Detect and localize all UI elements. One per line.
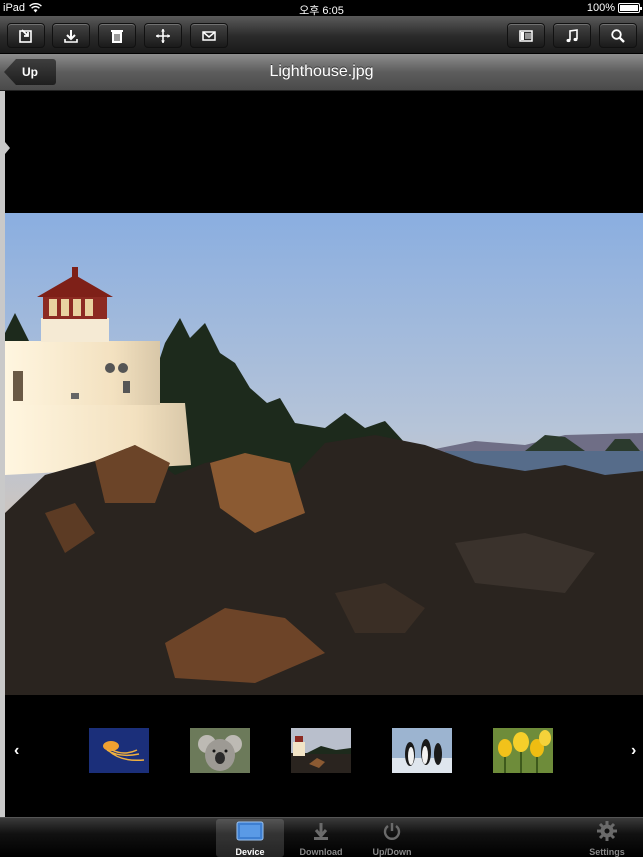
jellyfish-thumbnail-image xyxy=(89,728,149,773)
page-title: Lighthouse.jpg xyxy=(269,63,374,80)
tab-download[interactable]: Download xyxy=(287,819,355,857)
mail-icon xyxy=(202,30,216,41)
tab-settings[interactable]: Settings xyxy=(573,819,641,857)
move-icon xyxy=(156,28,170,43)
tulips-thumbnail-image xyxy=(493,728,553,773)
side-panel-handle[interactable] xyxy=(0,136,10,160)
mail-button[interactable] xyxy=(190,23,228,48)
battery-percent: 100% xyxy=(586,2,615,14)
thumbnail-tulips[interactable] xyxy=(493,728,553,773)
gear-icon xyxy=(597,821,617,841)
penguins-thumbnail-image xyxy=(392,728,452,773)
status-right: 100% xyxy=(586,2,642,14)
tab-device-label: Device xyxy=(235,847,265,857)
delete-button[interactable] xyxy=(98,23,136,48)
music-icon xyxy=(566,28,578,42)
list-view-button[interactable] xyxy=(507,23,545,48)
previous-image-arrow[interactable]: ‹ xyxy=(14,742,19,760)
navigation-bar: Up Lighthouse.jpg xyxy=(0,54,643,91)
import-button[interactable] xyxy=(7,23,45,48)
list-view-icon xyxy=(519,29,533,42)
image-viewer: ‹ › xyxy=(0,91,643,817)
search-icon xyxy=(611,28,625,43)
status-bar: iPad 오후 6:05 100% xyxy=(0,0,643,17)
import-icon xyxy=(19,28,32,43)
thumbnail-lighthouse[interactable] xyxy=(291,728,351,773)
next-image-arrow[interactable]: › xyxy=(631,742,636,760)
thumbnail-koala[interactable] xyxy=(190,728,250,773)
toolbar xyxy=(0,16,643,54)
music-button[interactable] xyxy=(553,23,591,48)
koala-thumbnail-image xyxy=(190,728,250,773)
download-icon xyxy=(314,823,328,840)
trash-icon xyxy=(111,29,123,43)
device-icon xyxy=(236,821,264,841)
tab-device[interactable]: Device xyxy=(216,819,284,857)
thumbnail-penguins[interactable] xyxy=(392,728,452,773)
tab-settings-label: Settings xyxy=(589,847,625,857)
tab-up-down-label: Up/Down xyxy=(372,847,412,857)
tab-bar: Device Download Up/Down Settings xyxy=(0,817,643,857)
download-button[interactable] xyxy=(52,23,90,48)
download-icon xyxy=(64,29,78,43)
tab-up-down[interactable]: Up/Down xyxy=(358,819,426,857)
thumbnail-jellyfish[interactable] xyxy=(89,728,149,773)
lighthouse-photo xyxy=(5,213,643,695)
power-icon xyxy=(383,823,401,840)
move-button[interactable] xyxy=(144,23,182,48)
main-photo[interactable] xyxy=(5,213,643,695)
lighthouse-thumbnail-image xyxy=(291,728,351,773)
search-button[interactable] xyxy=(599,23,637,48)
tab-download-label: Download xyxy=(299,847,343,857)
battery-icon xyxy=(618,3,642,13)
